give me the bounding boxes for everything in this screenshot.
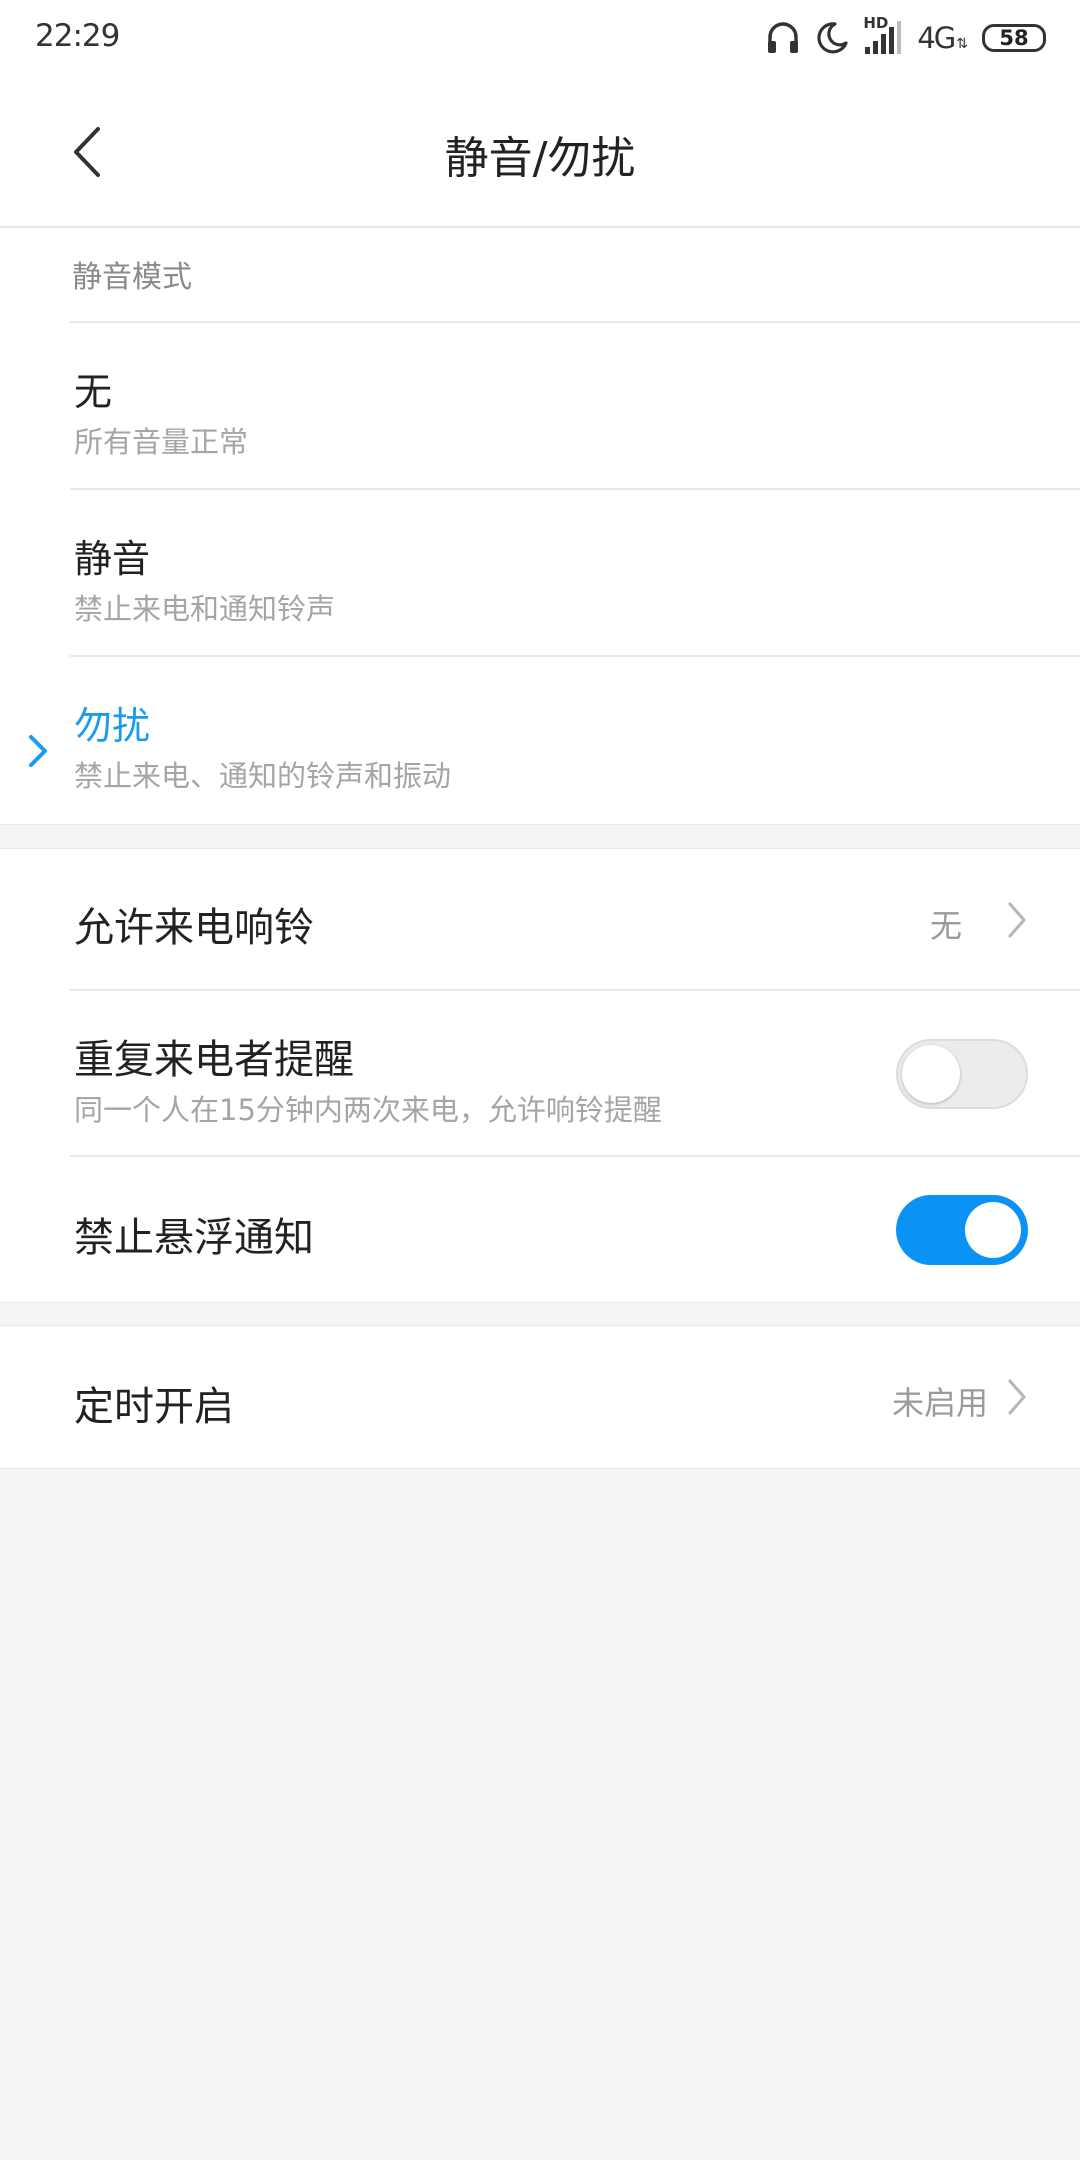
block-floating-title: 禁止悬浮通知 xyxy=(74,1215,314,1261)
schedule-title: 定时开启 xyxy=(74,1384,234,1430)
battery-icon: 58 xyxy=(982,24,1046,52)
signal-icon: HD xyxy=(863,14,903,56)
allow-calls-row[interactable]: 允许来电响铃 无 xyxy=(0,849,1080,991)
schedule-value: 未启用 xyxy=(891,1384,988,1422)
option-title: 静音 xyxy=(74,537,151,581)
network-arrows: ⇅ xyxy=(956,36,968,52)
chevron-right-icon xyxy=(1008,1379,1026,1415)
silent-mode-panel: 静音模式 无 所有音量正常 静音 禁止来电和通知铃声 勿扰 禁止来电、通知的铃声… xyxy=(0,228,1080,825)
chevron-right-icon xyxy=(1008,902,1026,938)
repeat-callers-row: 重复来电者提醒 同一个人在15分钟内两次来电，允许响铃提醒 xyxy=(0,991,1080,1157)
schedule-row[interactable]: 定时开启 未启用 xyxy=(0,1326,1080,1470)
schedule-panel: 定时开启 未启用 xyxy=(0,1325,1080,1469)
option-subtitle: 禁止来电和通知铃声 xyxy=(74,592,336,626)
toggle-knob xyxy=(902,1045,960,1103)
repeat-callers-toggle[interactable] xyxy=(896,1039,1028,1109)
section-header: 静音模式 xyxy=(0,228,1080,323)
network-type: 4G ⇅ xyxy=(917,21,968,55)
status-bar: 22:29 HD 4G ⇅ 58 xyxy=(0,0,1080,76)
section-label: 静音模式 xyxy=(72,260,192,295)
page-title: 静音/勿扰 xyxy=(444,133,636,184)
option-title: 无 xyxy=(74,370,113,414)
selected-chevron-icon xyxy=(29,735,47,767)
mode-option-dnd[interactable]: 勿扰 禁止来电、通知的铃声和振动 xyxy=(0,657,1080,824)
hd-label: HD xyxy=(863,14,889,32)
option-title: 勿扰 xyxy=(74,704,151,748)
dnd-settings-panel: 允许来电响铃 无 重复来电者提醒 同一个人在15分钟内两次来电，允许响铃提醒 禁… xyxy=(0,848,1080,1303)
block-floating-row: 禁止悬浮通知 xyxy=(0,1157,1080,1303)
toggle-knob xyxy=(965,1202,1021,1258)
status-icons: HD 4G ⇅ 58 xyxy=(765,14,1046,62)
mode-option-none[interactable]: 无 所有音量正常 xyxy=(0,323,1080,490)
mode-option-silent[interactable]: 静音 禁止来电和通知铃声 xyxy=(0,490,1080,657)
network-label: 4G xyxy=(917,21,956,55)
repeat-callers-title: 重复来电者提醒 xyxy=(74,1037,354,1083)
status-time: 22:29 xyxy=(35,18,120,54)
option-subtitle: 所有音量正常 xyxy=(74,425,249,459)
app-header: 静音/勿扰 xyxy=(0,76,1080,228)
battery-level: 58 xyxy=(999,26,1029,50)
allow-calls-value: 无 xyxy=(929,907,962,945)
repeat-callers-subtitle: 同一个人在15分钟内两次来电，允许响铃提醒 xyxy=(74,1093,662,1127)
block-floating-toggle[interactable] xyxy=(896,1195,1028,1265)
headphones-icon xyxy=(765,20,801,56)
option-subtitle: 禁止来电、通知的铃声和振动 xyxy=(74,759,452,793)
moon-icon xyxy=(815,21,849,55)
allow-calls-title: 允许来电响铃 xyxy=(74,905,314,951)
